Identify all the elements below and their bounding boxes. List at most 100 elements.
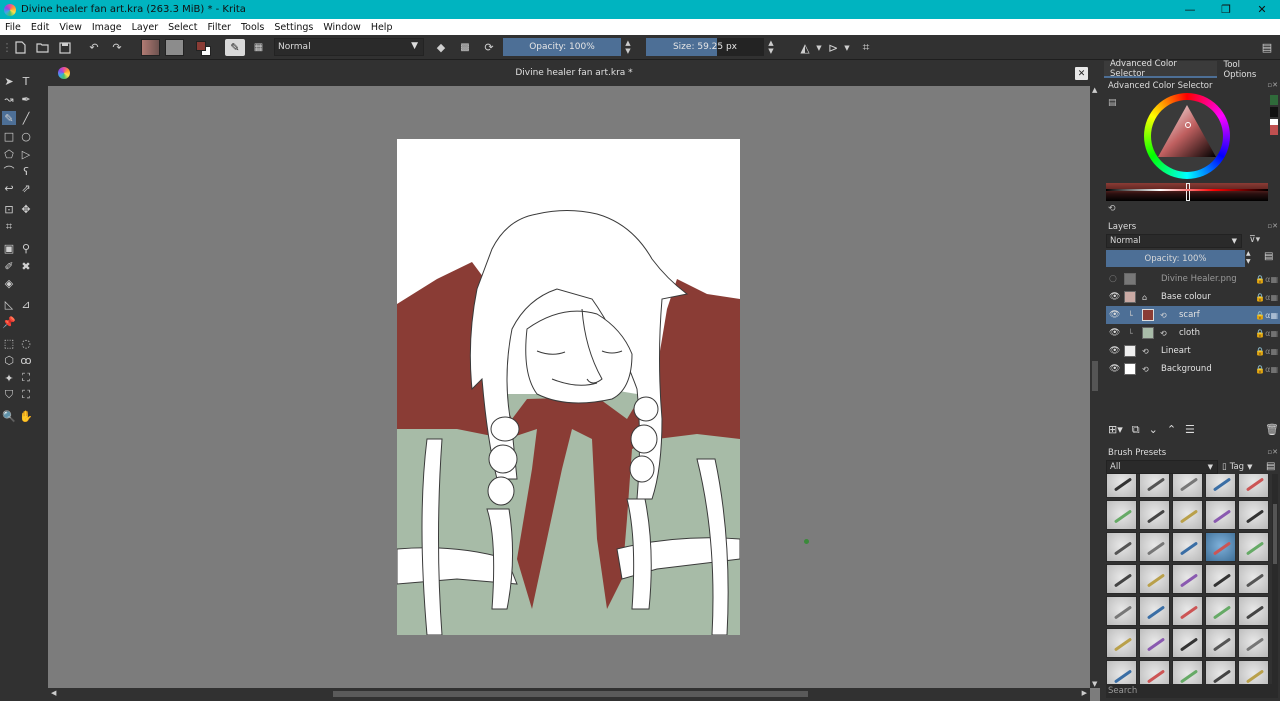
brush-preset-tile[interactable] (1205, 532, 1236, 562)
layer-lock-alpha-icons[interactable]: 🔒α▦ (1255, 311, 1278, 320)
magnetic-selection-tool-icon[interactable]: ⛶ (19, 388, 33, 402)
fg-bg-color-swatch[interactable] (194, 39, 214, 56)
brush-preset-tile[interactable] (1205, 628, 1236, 658)
layer-lock-alpha-icons[interactable]: 🔒α▦ (1255, 347, 1278, 356)
visible-eye-icon[interactable]: 👁 (1109, 346, 1121, 356)
scroll-right-icon[interactable]: ▶ (1082, 689, 1087, 697)
brush-preset-tile[interactable] (1106, 532, 1137, 562)
brush-preset-tile[interactable] (1172, 564, 1203, 594)
move-layer-up-icon[interactable]: ⌃ (1167, 423, 1176, 437)
reset-colors-icon[interactable]: ⟲ (1108, 204, 1116, 214)
minimize-button[interactable]: — (1172, 0, 1208, 19)
pan-tool-icon[interactable]: ✋ (19, 409, 33, 423)
foreground-color-swatch[interactable] (196, 41, 206, 51)
brush-preset-tile[interactable] (1139, 596, 1170, 626)
text-tool-icon[interactable]: T (19, 74, 33, 88)
layer-properties-icon[interactable]: ☰ (1185, 423, 1195, 437)
bezier-tool-icon[interactable]: ⌒ (2, 164, 16, 178)
line-tool-icon[interactable]: ╱ (19, 111, 33, 125)
panel-float-close-icons[interactable]: ▫✕ (1267, 448, 1278, 456)
brush-preset-icon[interactable]: ✎ (225, 39, 245, 56)
mirror-vertical-icon[interactable]: ⊳ (825, 39, 841, 56)
size-slider[interactable]: Size: 59.25 px (646, 38, 764, 56)
toolbar-menu-icon[interactable]: ▤ (1259, 39, 1275, 56)
delete-layer-icon[interactable]: 🗑 (1265, 423, 1279, 436)
brush-editor-icon[interactable]: ▦ (250, 39, 267, 56)
panel-float-close-icons[interactable]: ▫✕ (1267, 81, 1278, 89)
move-layer-down-icon[interactable]: ⌄ (1149, 423, 1158, 437)
brush-preset-tile[interactable] (1106, 628, 1137, 658)
pattern-preset-icon[interactable] (165, 39, 184, 56)
opacity-slider[interactable]: Opacity: 100% (503, 38, 621, 56)
scroll-left-icon[interactable]: ◀ (51, 689, 56, 697)
contiguous-selection-tool-icon[interactable]: ✦ (2, 371, 16, 385)
opacity-spin-buttons[interactable]: ▲ ▼ (622, 38, 634, 56)
dynamic-brush-tool-icon[interactable]: ↩ (2, 181, 16, 195)
layer-row[interactable]: 👁 ⌂ Base colour 🔒α▦ (1106, 288, 1280, 306)
brush-preset-tile[interactable] (1106, 474, 1137, 498)
visible-eye-icon[interactable]: 👁 (1109, 328, 1121, 338)
panel-float-close-icons[interactable]: ▫✕ (1267, 222, 1278, 230)
layer-blend-mode-select[interactable]: Normal ▼ (1106, 234, 1242, 248)
brush-preset-tile[interactable] (1238, 532, 1269, 562)
menu-view[interactable]: View (54, 22, 87, 33)
brush-preset-tile[interactable] (1139, 628, 1170, 658)
brush-search-field[interactable]: Search (1106, 684, 1278, 698)
document-tab-title[interactable]: Divine healer fan art.kra * (48, 68, 1100, 78)
eraser-mode-icon[interactable]: ◆ (433, 39, 449, 56)
polyline-tool-icon[interactable]: ▷ (19, 147, 33, 161)
tab-advanced-color-selector[interactable]: Advanced Color Selector (1104, 59, 1218, 79)
edit-shapes-tool-icon[interactable]: ↝ (2, 92, 16, 106)
brush-grid-scrollbar[interactable] (1272, 474, 1278, 692)
layer-row[interactable]: 👁 ⟲ Background 🔒α▦ (1106, 360, 1280, 378)
gradient-tool-icon[interactable]: ▣ (2, 241, 16, 255)
brush-preset-tile[interactable] (1139, 474, 1170, 498)
menu-file[interactable]: File (0, 22, 26, 33)
shade-selector[interactable] (1106, 183, 1268, 201)
scroll-up-icon[interactable]: ▲ (1092, 86, 1097, 94)
tag-button[interactable]: ▯ Tag ▼ (1222, 460, 1266, 474)
wrap-around-icon[interactable]: ⌗ (858, 39, 874, 56)
visible-eye-icon[interactable]: 👁 (1109, 310, 1121, 320)
layer-filter-icon[interactable]: ⊽▾ (1249, 235, 1260, 245)
color-triangle[interactable] (1156, 103, 1218, 163)
new-document-icon[interactable] (12, 39, 28, 56)
select-shapes-tool-icon[interactable]: ➤ (2, 74, 16, 88)
vertical-scroll-thumb[interactable] (1092, 361, 1098, 391)
multibrush-tool-icon[interactable]: ⇗ (19, 181, 33, 195)
brush-preset-tile[interactable] (1172, 596, 1203, 626)
close-window-button[interactable]: ✕ (1244, 0, 1280, 19)
duplicate-layer-icon[interactable]: ⧉ (1132, 423, 1140, 437)
assistant-tool-icon[interactable]: ◺ (2, 297, 16, 311)
menu-layer[interactable]: Layer (127, 22, 164, 33)
brush-preset-tile[interactable] (1106, 596, 1137, 626)
menu-select[interactable]: Select (163, 22, 202, 33)
layer-row-selected[interactable]: 👁 └ ⟲ scarf 🔒α▦ (1106, 306, 1280, 324)
tab-tool-options[interactable]: Tool Options (1217, 60, 1280, 80)
rectangle-tool-icon[interactable]: □ (2, 129, 16, 143)
zoom-tool-icon[interactable]: 🔍 (2, 409, 16, 423)
recent-color-1[interactable] (1270, 95, 1278, 105)
layer-lock-alpha-icons[interactable]: 🔒α▦ (1255, 365, 1278, 374)
redo-icon[interactable]: ↷ (109, 39, 125, 56)
reload-preset-icon[interactable]: ⟳ (481, 39, 497, 56)
recent-color-4[interactable] (1270, 125, 1278, 135)
menu-window[interactable]: Window (318, 22, 365, 33)
brush-preset-tile[interactable] (1139, 564, 1170, 594)
chevron-down-icon[interactable]: ▼ (843, 39, 851, 56)
layer-row[interactable]: ○ Divine Healer.png 🔒α▦ (1106, 270, 1280, 288)
add-layer-icon[interactable]: ⊞▾ (1108, 423, 1123, 437)
brush-preset-tile[interactable] (1205, 564, 1236, 594)
polygonal-selection-tool-icon[interactable]: ⬡ (2, 353, 16, 367)
reference-images-tool-icon[interactable]: 📌 (2, 315, 16, 329)
menu-filter[interactable]: Filter (202, 22, 236, 33)
bezier-selection-tool-icon[interactable]: ⛉ (2, 388, 16, 402)
menu-settings[interactable]: Settings (269, 22, 318, 33)
recent-color-2[interactable] (1270, 107, 1278, 117)
blend-mode-select[interactable]: Normal ▼ (274, 38, 424, 56)
artwork-canvas[interactable] (397, 139, 740, 635)
close-document-button[interactable]: ✕ (1075, 67, 1088, 80)
calligraphy-tool-icon[interactable]: ✒ (19, 92, 33, 106)
brush-preset-tile[interactable] (1205, 596, 1236, 626)
chevron-down-icon[interactable]: ▼ (815, 39, 823, 56)
